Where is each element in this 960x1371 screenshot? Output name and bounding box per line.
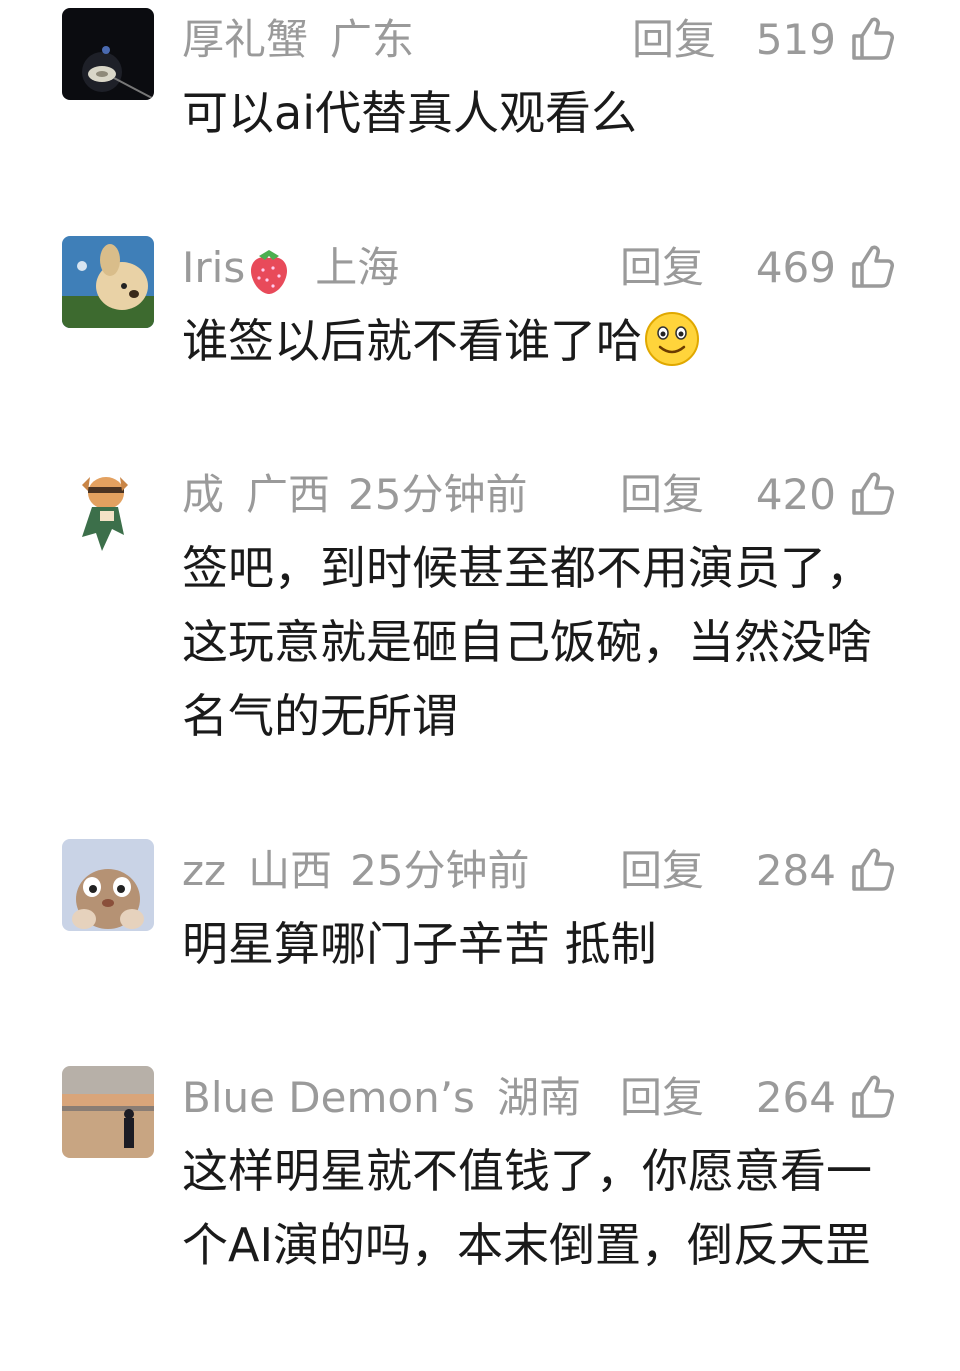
username[interactable]: 厚礼蟹	[182, 10, 308, 70]
comment-text: 谁签以后就不看谁了哈	[182, 304, 882, 378]
comment-meta: 厚礼蟹 广东	[182, 10, 414, 70]
strawberry-icon	[245, 238, 293, 298]
comment-item: zz 山西 25分钟前 回复 284 明星算哪门子辛苦 抵制	[0, 831, 960, 1061]
comment-item: 成广西 25分钟前 回复 420 签吧，到时候甚至都不用演员了，这玩意就是砸自己饭…	[0, 455, 960, 815]
location-label: 广东	[330, 15, 415, 64]
thumbs-up-icon[interactable]	[848, 242, 896, 290]
thumbs-up-icon[interactable]	[848, 469, 896, 517]
comment-text: 明星算哪门子辛苦 抵制	[182, 917, 657, 971]
comment-meta: zz 山西 25分钟前	[182, 841, 530, 901]
like-count: 519	[755, 15, 836, 64]
location-label: 湖南	[496, 1073, 581, 1122]
username[interactable]: zz	[182, 841, 226, 901]
bunny-avatar[interactable]	[62, 839, 154, 931]
location-label: 山西	[248, 846, 333, 895]
reply-button[interactable]: 回复	[620, 465, 704, 525]
comment-text: 这样明星就不值钱了，你愿意看一个AI演的吗，本末倒置，倒反天罡	[182, 1144, 872, 1272]
comment-meta: Iris 上海	[182, 238, 399, 298]
night-light-avatar[interactable]	[62, 8, 154, 100]
reply-button[interactable]: 回复	[620, 238, 704, 298]
reply-button[interactable]: 回复	[620, 1068, 704, 1128]
like-count: 264	[755, 1073, 836, 1122]
comment-meta: Blue Demon’s 湖南	[182, 1068, 581, 1128]
username[interactable]: 成	[182, 465, 224, 525]
location-label: 上海	[315, 243, 400, 292]
thumbs-up-icon[interactable]	[848, 845, 896, 893]
smiley-icon	[644, 311, 700, 367]
thumbs-up-icon[interactable]	[848, 14, 896, 62]
like-count: 284	[755, 846, 836, 895]
comment-text: 可以ai代替真人观看么	[182, 86, 637, 140]
dog-plush-avatar[interactable]	[62, 236, 154, 328]
reply-button[interactable]: 回复	[620, 841, 704, 901]
username[interactable]: Iris	[182, 238, 245, 298]
thumbs-up-icon[interactable]	[848, 1072, 896, 1120]
cartoon-cat-avatar[interactable]	[62, 463, 154, 555]
username[interactable]: Blue Demon’s	[182, 1068, 475, 1128]
reply-button[interactable]: 回复	[632, 10, 716, 70]
comment-item: Iris 上海 回复 469 谁签以后就不看谁了哈	[0, 228, 960, 458]
like-count: 420	[755, 470, 836, 519]
beach-sunset-avatar[interactable]	[62, 1066, 154, 1158]
comment-item: 厚礼蟹 广东 回复 519 可以ai代替真人观看么	[0, 0, 960, 230]
timestamp: 25分钟前	[348, 470, 528, 519]
like-count: 469	[755, 243, 836, 292]
timestamp: 25分钟前	[350, 846, 530, 895]
comment-item: Blue Demon’s 湖南 回复 264 这样明星就不值钱了，你愿意看一个AI…	[0, 1058, 960, 1371]
location-label: 广西	[246, 470, 331, 519]
comment-text: 签吧，到时候甚至都不用演员了，这玩意就是砸自己饭碗，当然没啥名气的无所谓	[182, 541, 872, 743]
comment-meta: 成广西 25分钟前	[182, 465, 527, 525]
comment-text-body: 谁签以后就不看谁了哈	[182, 314, 642, 368]
